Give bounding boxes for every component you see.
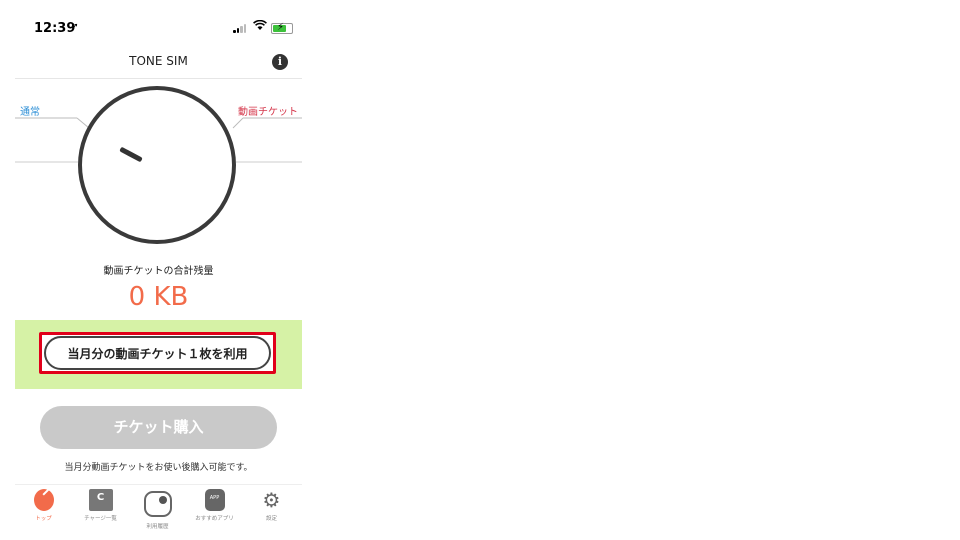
status-bar: 12:39 ➚ ⚡: [15, 18, 302, 40]
tab-label: 利用履歴: [146, 524, 169, 530]
normal-mode-label[interactable]: 通常: [20, 103, 40, 118]
tab-label: チャージ一覧: [84, 516, 117, 522]
gear-icon: ⚙: [262, 488, 281, 512]
nav-bar: TONE SIM i: [15, 44, 302, 79]
use-ticket-button[interactable]: 当月分の動画チケット１枚を利用: [44, 336, 271, 370]
tab-label: おすすめアプリ: [195, 516, 234, 522]
remaining-label: 動画チケットの合計残量: [103, 266, 214, 277]
tab-settings[interactable]: ⚙ 設定: [243, 489, 300, 525]
remaining-value: 0 KB: [128, 282, 189, 312]
battery-charging-icon: ⚡: [271, 22, 293, 34]
tab-label: トップ: [35, 516, 52, 522]
tab-top[interactable]: トップ: [15, 489, 72, 525]
buy-ticket-button[interactable]: チケット購入: [40, 406, 277, 449]
status-time: 12:39: [34, 21, 76, 36]
video-ticket-mode-label[interactable]: 動画チケット: [238, 103, 298, 118]
location-arrow-icon: ➚: [71, 22, 79, 32]
tab-charge-list[interactable]: C チャージ一覧: [72, 489, 129, 525]
dial-needle: [119, 146, 143, 163]
toggle-icon: [143, 491, 172, 517]
app-screen: 12:39 ➚ ⚡ TONE SIM i 通常 動画チケット 動画チケットの合計…: [15, 0, 302, 540]
ticket-use-panel: 当月分の動画チケット１枚を利用: [15, 320, 302, 389]
info-icon[interactable]: i: [272, 54, 288, 70]
mode-dial[interactable]: [78, 86, 236, 244]
tab-label: 設定: [265, 516, 277, 522]
tab-bar: トップ C チャージ一覧 利用履歴 APP おすすめアプリ ⚙ 設定: [15, 484, 302, 530]
dial-icon: [33, 489, 54, 511]
charge-icon: C: [88, 489, 113, 511]
app-icon: APP: [204, 489, 225, 511]
tab-usage-history[interactable]: 利用履歴: [129, 489, 186, 530]
data-mode-dial-area: 通常 動画チケット 動画チケットの合計残量 0 KB: [15, 78, 302, 318]
tab-recommended-apps[interactable]: APP おすすめアプリ: [186, 489, 243, 525]
signal-icon: [233, 23, 247, 33]
app-title: TONE SIM: [129, 54, 188, 68]
buy-note: 当月分動画チケットをお使い後購入可能です。: [64, 463, 253, 473]
wifi-icon: [253, 19, 267, 35]
use-ticket-highlight: 当月分の動画チケット１枚を利用: [39, 332, 276, 374]
